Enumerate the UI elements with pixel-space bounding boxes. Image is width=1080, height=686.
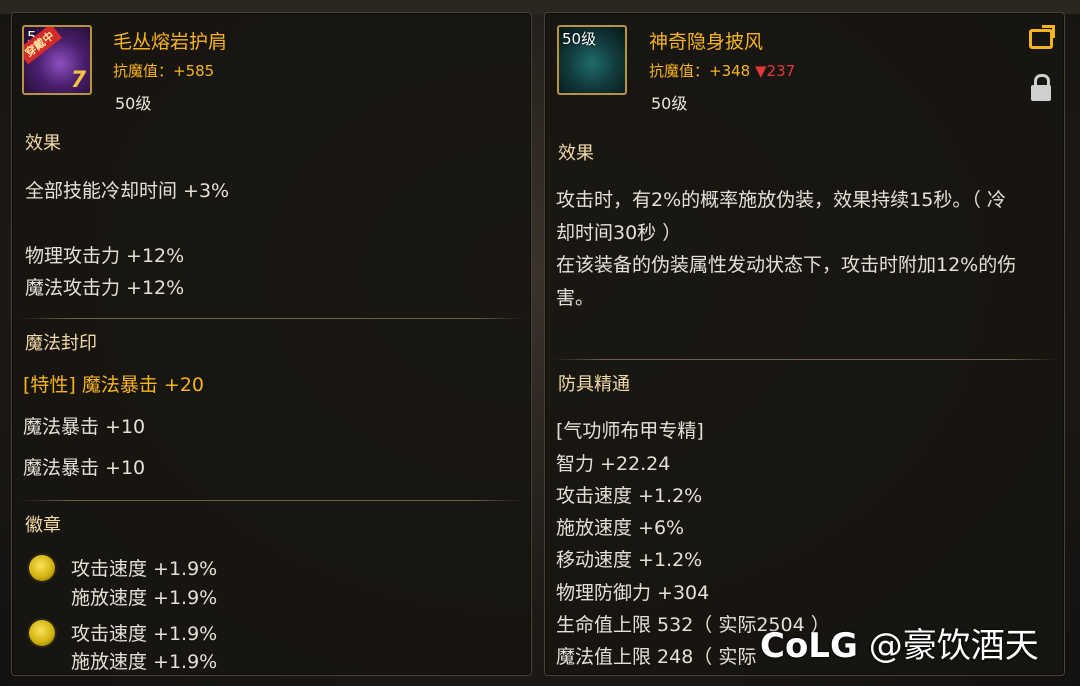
effect-line: 害。 bbox=[556, 287, 595, 309]
mastery-line: 攻击速度 +1.2% bbox=[556, 485, 703, 507]
colg-logo: CoLG bbox=[760, 626, 858, 666]
item-name: 毛丛熔岩护肩 bbox=[113, 31, 228, 53]
seal-line: [特性] 魔法暴击 +20 bbox=[23, 374, 205, 396]
mastery-line: 移动速度 +1.2% bbox=[556, 549, 703, 571]
effect-line: 物理攻击力 +12% bbox=[25, 245, 185, 267]
emblem-stat: 攻击速度 +1.9% bbox=[71, 623, 218, 645]
mastery-line: 智力 +22.24 bbox=[556, 453, 671, 475]
emblem-stat: 攻击速度 +1.9% bbox=[71, 558, 218, 580]
left-item-tooltip: 5 穿戴中 7 毛丛熔岩护肩 抗魔值：+585 50级 效果 全部技能冷却时间 … bbox=[11, 12, 532, 676]
effect-line: 却时间30秒 ） bbox=[556, 222, 682, 244]
magic-resist: 抗魔值：+585 bbox=[113, 62, 215, 80]
effect-line: 攻击时，有2%的概率施放伪装，效果持续15秒。（ 冷 bbox=[556, 189, 1006, 211]
effect-heading: 效果 bbox=[558, 143, 594, 164]
share-icon[interactable] bbox=[1029, 25, 1055, 49]
watermark-handle: @豪饮酒天 bbox=[868, 626, 1039, 666]
effect-heading: 效果 bbox=[25, 133, 61, 154]
item-level: 50级 bbox=[651, 94, 688, 113]
mastery-line: [气功师布甲专精] bbox=[556, 420, 704, 442]
lock-icon[interactable] bbox=[1031, 74, 1051, 101]
seal-line: 魔法暴击 +10 bbox=[23, 457, 146, 479]
mastery-heading: 防具精通 bbox=[558, 374, 630, 395]
emblem-stat: 施放速度 +1.9% bbox=[71, 651, 218, 673]
item-level: 50级 bbox=[115, 94, 152, 113]
emblem-coin-icon[interactable] bbox=[29, 620, 55, 646]
emblem-coin-icon[interactable] bbox=[29, 555, 55, 581]
shoulder-armor-icon[interactable]: 5 穿戴中 7 bbox=[22, 25, 92, 95]
divider bbox=[20, 318, 523, 319]
icon-level: 50级 bbox=[562, 30, 597, 48]
magic-resist: 抗魔值：+348 ▼237 bbox=[649, 62, 796, 80]
seal-heading: 魔法封印 bbox=[25, 333, 97, 354]
effect-line: 魔法攻击力 +12% bbox=[25, 277, 185, 299]
divider bbox=[20, 500, 523, 501]
cloak-icon[interactable]: 50级 bbox=[557, 25, 627, 95]
resist-difference: ▼237 bbox=[755, 62, 796, 80]
item-name: 神奇隐身披风 bbox=[649, 31, 764, 53]
effect-line: 全部技能冷却时间 +3% bbox=[25, 180, 230, 202]
icon-number: 7 bbox=[70, 68, 86, 93]
seal-line: 魔法暴击 +10 bbox=[23, 416, 146, 438]
watermark: CoLG @豪饮酒天 bbox=[760, 618, 1039, 667]
effect-line: 在该装备的伪装属性发动状态下，攻击时附加12%的伤 bbox=[556, 254, 1017, 276]
mastery-line: 魔法值上限 248（ 实际 bbox=[556, 646, 757, 668]
emblem-stat: 施放速度 +1.9% bbox=[71, 587, 218, 609]
emblem-heading: 徽章 bbox=[25, 515, 61, 536]
divider bbox=[553, 359, 1056, 360]
mastery-line: 施放速度 +6% bbox=[556, 517, 685, 539]
mastery-line: 物理防御力 +304 bbox=[556, 582, 710, 604]
right-item-tooltip: 50级 神奇隐身披风 抗魔值：+348 ▼237 50级 效果 攻击时，有2%的… bbox=[544, 12, 1065, 676]
